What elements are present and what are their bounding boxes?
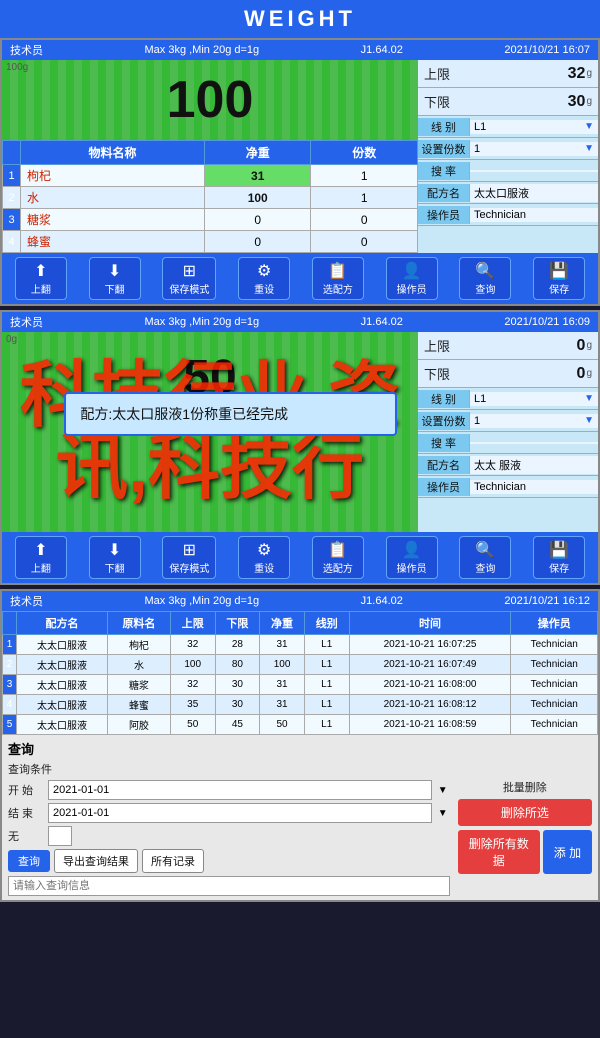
table-row: 1枸杞311 [3, 165, 418, 187]
lower-limit-row: 下限 30 g [418, 88, 598, 116]
col-recipe: 配方名 [17, 612, 108, 635]
panel2-lower-limit: 下限 0 g [418, 360, 598, 388]
btn-save-2[interactable]: 💾 保存 [533, 536, 585, 579]
panel2-dialog: 配方:太太口服液1份称重已经完成 [64, 392, 397, 436]
btn-reset-2[interactable]: ⚙ 重设 [238, 536, 290, 579]
panel3-table: 配方名 原料名 上限 下限 净重 线别 时间 操作员 1太太口服液枸杞32283… [2, 611, 598, 735]
panel-3: 技术员 Max 3kg ,Min 20g d=1g J1.64.02 2021/… [0, 589, 600, 902]
panel1-weight: 100 [167, 70, 254, 130]
info-line: 线 别 L1 ▼ [418, 116, 598, 138]
btn-up-2[interactable]: ⬆ 上翻 [15, 536, 67, 579]
condition-label: 查询条件 [8, 761, 52, 777]
panel3-header: 技术员 Max 3kg ,Min 20g d=1g J1.64.02 2021/… [2, 591, 598, 611]
info-recipe-val: 太太口服液 [474, 185, 529, 201]
all-records-button[interactable]: 所有记录 [142, 849, 204, 873]
btn-query-2[interactable]: 🔍 查询 [459, 536, 511, 579]
no-label: 无 [8, 828, 44, 844]
panel1-datetime: 2021/10/21 16:07 [504, 44, 590, 56]
end-label: 结 束 [8, 805, 44, 821]
table-row: 1太太口服液枸杞322831L12021-10-21 16:07:25Techn… [3, 635, 598, 655]
panel2-info: 线 别 L1▼ 设置份数 1▼ 搜 率 配方名 太太 服液 操作员 Tec [418, 388, 598, 532]
info-operator: 操作员 Technician [418, 204, 598, 226]
col-material: 原料名 [108, 612, 171, 635]
col-upper: 上限 [170, 612, 215, 635]
info-portions-val: 1 [474, 143, 480, 155]
panel1-corner-label: 100g [6, 62, 28, 73]
col-line: 线别 [304, 612, 349, 635]
query-condition-row: 查询条件 [8, 761, 450, 777]
panel2-version: J1.64.02 [361, 316, 403, 328]
add-button[interactable]: 添 加 [543, 830, 592, 874]
panel3-version: J1.64.02 [361, 595, 403, 607]
lower-limit-value: 30 [568, 93, 586, 111]
panel2-header: 技术员 Max 3kg ,Min 20g d=1g J1.64.02 2021/… [2, 312, 598, 332]
start-date-input[interactable] [48, 780, 432, 800]
table-row: 4太太口服液蜂蜜353031L12021-10-21 16:08:12Techn… [3, 695, 598, 715]
col-weight: 净重 [204, 141, 311, 165]
query-section: 查询 查询条件 开 始 ▼ 结 束 ▼ [2, 735, 598, 900]
no-input[interactable] [48, 826, 72, 846]
panel1-user: 技术员 [10, 42, 43, 58]
info-portions: 设置份数 1 ▼ [418, 138, 598, 160]
panel-2: 技术员 Max 3kg ,Min 20g d=1g J1.64.02 2021/… [0, 310, 600, 585]
btn-select-recipe-2[interactable]: 📋 选配方 [312, 536, 364, 579]
panel2-user: 技术员 [10, 314, 43, 330]
table-row: 2太太口服液水10080100L12021-10-21 16:07:49Tech… [3, 655, 598, 675]
panel2-upper-limit: 上限 0 g [418, 332, 598, 360]
btn-save-1[interactable]: 💾 保存 [533, 257, 585, 300]
btn-save-mode-2[interactable]: ⊞ 保存模式 [162, 536, 216, 579]
col-operator: 操作员 [511, 612, 598, 635]
table-row: 4蜂蜜00 [3, 231, 418, 253]
info-line-val: L1 [474, 121, 486, 133]
info-operator-val: Technician [474, 209, 526, 221]
btn-operator-2[interactable]: 👤 操作员 [386, 536, 438, 579]
export-button[interactable]: 导出查询结果 [54, 849, 138, 873]
query-label-row: 查询 [8, 739, 592, 758]
table-row: 2水1001 [3, 187, 418, 209]
table-row: 5太太口服液阿胶504550L12021-10-21 16:08:59Techn… [3, 715, 598, 735]
panel3-specs: Max 3kg ,Min 20g d=1g [145, 595, 260, 607]
btn-reset-1[interactable]: ⚙ 重设 [238, 257, 290, 300]
col-net: 净重 [260, 612, 305, 635]
btn-operator-1[interactable]: 👤 操作员 [386, 257, 438, 300]
panel2-datetime: 2021/10/21 16:09 [504, 316, 590, 328]
app-title: WEIGHT [0, 0, 600, 38]
btn-save-mode-1[interactable]: ⊞ 保存模式 [162, 257, 216, 300]
end-date-input[interactable] [48, 803, 432, 823]
col-name: 物料名称 [21, 141, 205, 165]
panel1-info: 线 别 L1 ▼ 设置份数 1 ▼ 搜 率 [418, 116, 598, 253]
panel2-specs: Max 3kg ,Min 20g d=1g [145, 316, 260, 328]
batch-label: 批量删除 [458, 779, 592, 795]
panel1-version: J1.64.02 [361, 44, 403, 56]
panel2-toolbar: ⬆ 上翻 ⬇ 下翻 ⊞ 保存模式 ⚙ 重设 📋 选配方 👤 操作员 🔍 查询 💾 [2, 532, 598, 583]
panel3-datetime: 2021/10/21 16:12 [504, 595, 590, 607]
query-info-input[interactable] [8, 876, 450, 896]
panel-1: 技术员 Max 3kg ,Min 20g d=1g J1.64.02 2021/… [0, 38, 600, 306]
delete-all-button[interactable]: 删除所有数据 [458, 830, 540, 874]
upper-limit-value: 32 [568, 65, 586, 83]
btn-down-1[interactable]: ⬇ 下翻 [89, 257, 141, 300]
query-section-label: 查询 [8, 739, 34, 758]
delete-selected-button[interactable]: 删除所选 [458, 799, 592, 826]
panel2-corner-label: 0g [6, 334, 17, 345]
panel1-specs: Max 3kg ,Min 20g d=1g [145, 44, 260, 56]
info-recipe: 配方名 太太口服液 [418, 182, 598, 204]
btn-query-1[interactable]: 🔍 查询 [459, 257, 511, 300]
panel1-header: 技术员 Max 3kg ,Min 20g d=1g J1.64.02 2021/… [2, 40, 598, 60]
col-time: 时间 [349, 612, 511, 635]
col-portions: 份数 [311, 141, 418, 165]
table-row: 3糖浆00 [3, 209, 418, 231]
info-rate: 搜 率 [418, 160, 598, 182]
start-label: 开 始 [8, 782, 44, 798]
table-row: 3太太口服液糖浆323031L12021-10-21 16:08:00Techn… [3, 675, 598, 695]
btn-select-recipe-1[interactable]: 📋 选配方 [312, 257, 364, 300]
query-button[interactable]: 查询 [8, 850, 50, 872]
panel1-table: 物料名称 净重 份数 1枸杞3112水10013糖浆004蜂蜜00 [2, 140, 418, 253]
btn-up-1[interactable]: ⬆ 上翻 [15, 257, 67, 300]
panel1-toolbar: ⬆ 上翻 ⬇ 下翻 ⊞ 保存模式 ⚙ 重设 📋 选配方 👤 操作员 🔍 查询 💾 [2, 253, 598, 304]
upper-limit-row: 上限 32 g [418, 60, 598, 88]
panel3-user: 技术员 [10, 593, 43, 609]
btn-down-2[interactable]: ⬇ 下翻 [89, 536, 141, 579]
col-lower: 下限 [215, 612, 260, 635]
